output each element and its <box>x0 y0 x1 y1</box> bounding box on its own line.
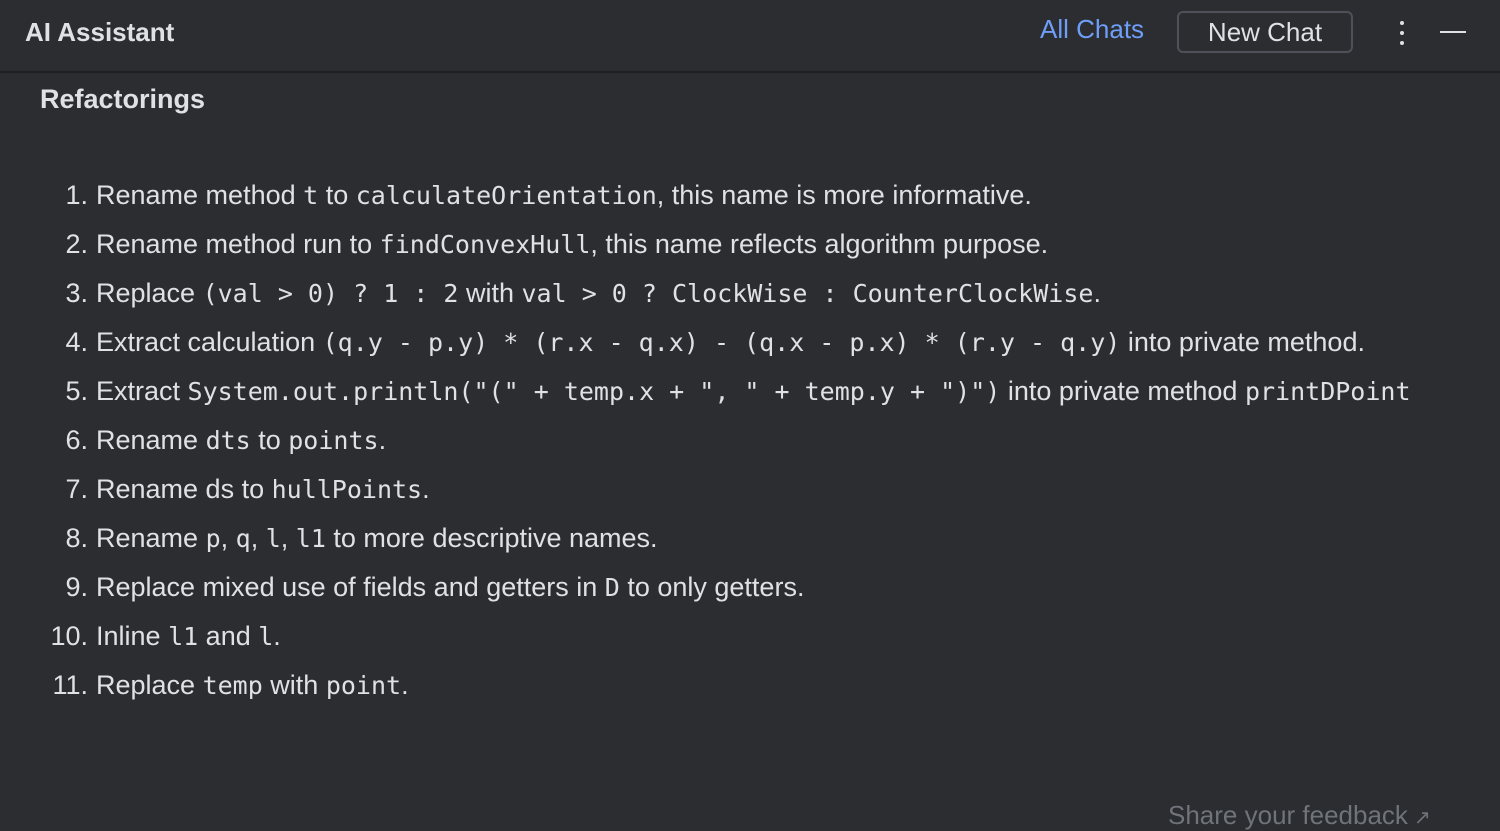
list-item-text: Replace <box>96 278 203 308</box>
list-item-text: to only getters. <box>619 572 805 602</box>
list-item: 5. Extract System.out.println("(" + temp.… <box>40 368 1460 415</box>
list-item-text: . <box>401 670 409 700</box>
section-title: Refactorings <box>40 84 206 114</box>
list-item-text: , <box>280 523 296 553</box>
code-snippet: points <box>288 426 379 455</box>
minimize-icon[interactable] <box>1440 30 1468 34</box>
list-item-text: to <box>250 425 289 455</box>
list-item-text: . <box>378 425 387 455</box>
code-snippet: (val > 0) ? 1 : 2 <box>202 279 459 308</box>
tool-window-title: AI Assistant <box>25 17 175 47</box>
list-item: 3. Replace (val > 0) ? 1 : 2 with val > 0… <box>40 270 1460 317</box>
external-arrow-icon: ↗ <box>1413 807 1431 829</box>
code-snippet: l <box>265 524 281 553</box>
code-snippet: q <box>235 524 251 553</box>
list-item-number: 1. <box>65 180 88 210</box>
list-item-text: , <box>220 523 236 553</box>
list-item-number: 2. <box>65 229 88 259</box>
code-snippet: val > 0 ? ClockWise : CounterClockWise <box>521 279 1094 308</box>
list-item-text: Inline <box>96 621 169 651</box>
list-item-text: to more descriptive names. <box>325 523 658 553</box>
code-snippet: calculateOrientation <box>355 181 657 210</box>
list-item-number: 10. <box>50 621 88 651</box>
list-item-text: Replace <box>96 670 203 700</box>
list-item-text: Rename <box>96 425 206 455</box>
tool-window-header: AI Assistant All Chats New Chat <box>0 0 1500 73</box>
new-chat-button[interactable]: New Chat <box>1177 11 1353 53</box>
all-chats-link[interactable]: All Chats <box>1040 14 1144 45</box>
list-item: 6. Rename dts to points. <box>40 417 1460 464</box>
list-item-number: 3. <box>65 278 88 308</box>
list-item-text: . <box>273 621 281 651</box>
list-item-text: into private method <box>1000 376 1245 406</box>
list-item-number: 4. <box>65 327 88 357</box>
code-snippet: point <box>325 671 402 700</box>
code-snippet: temp <box>202 671 263 700</box>
list-item-text: Rename ds to <box>96 474 272 504</box>
list-item-number: 5. <box>65 376 88 406</box>
list-item-text: . <box>1093 278 1101 308</box>
list-item-text: , this name reflects algorithm purpose. <box>590 229 1049 259</box>
share-feedback-label: Share your feedback <box>1168 800 1408 830</box>
list-item: 2. Rename method run to findConvexHull, t… <box>40 221 1460 268</box>
list-item: 9. Replace mixed use of fields and getter… <box>40 564 1460 611</box>
list-item-text: . <box>422 474 430 504</box>
list-item-text: to <box>318 180 356 210</box>
list-item: 8. Rename p, q, l, l1 to more descriptive… <box>40 515 1460 562</box>
list-item: 1. Rename method t to calculateOrientatio… <box>40 172 1460 219</box>
code-snippet: p <box>205 524 221 553</box>
list-item-text: Rename <box>96 523 206 553</box>
list-item-number: 11. <box>52 670 88 700</box>
code-snippet: dts <box>205 426 251 455</box>
list-item: 10. Inline l1 and l. <box>40 613 1460 660</box>
refactorings-list: 1. Rename method t to calculateOrientatio… <box>40 172 1460 711</box>
list-item-text: into private method. <box>1120 327 1365 357</box>
list-item: 4. Extract calculation (q.y - p.y) * (r.x… <box>40 319 1460 366</box>
list-item-text: , <box>250 523 266 553</box>
code-snippet: D <box>604 573 620 602</box>
list-item-number: 9. <box>65 572 88 602</box>
list-item-number: 8. <box>65 523 88 553</box>
code-snippet: hullPoints <box>271 475 423 504</box>
list-item-text: Extract calculation <box>96 327 323 357</box>
code-snippet: findConvexHull <box>379 230 591 259</box>
list-item: 7. Rename ds to hullPoints. <box>40 466 1460 513</box>
list-item-text: with <box>262 670 326 700</box>
list-item-number: 6. <box>65 425 88 455</box>
list-item-text: with <box>458 278 522 308</box>
share-feedback-link[interactable]: Share your feedback ↗ <box>1168 800 1431 831</box>
more-options-icon[interactable] <box>1388 16 1416 50</box>
code-snippet: t <box>303 181 319 210</box>
list-item-text: Rename method <box>96 180 304 210</box>
list-item-number: 7. <box>65 474 88 504</box>
list-item-text: , this name is more informative. <box>656 180 1032 210</box>
list-item-text: and <box>198 621 259 651</box>
list-item-text: Replace mixed use of fields and getters … <box>96 572 605 602</box>
list-item-text: Rename method run to <box>96 229 380 259</box>
code-snippet: l1 <box>295 524 326 553</box>
code-snippet: printDPoint <box>1244 377 1411 406</box>
code-snippet: (q.y - p.y) * (r.x - q.x) - (q.x - p.x) … <box>322 328 1121 357</box>
list-item: 11. Replace temp with point. <box>40 662 1460 709</box>
code-snippet: l1 <box>168 622 199 651</box>
code-snippet: l <box>258 622 274 651</box>
code-snippet: System.out.println("(" + temp.x + ", " +… <box>187 377 1001 406</box>
list-item-text: Extract <box>96 376 188 406</box>
